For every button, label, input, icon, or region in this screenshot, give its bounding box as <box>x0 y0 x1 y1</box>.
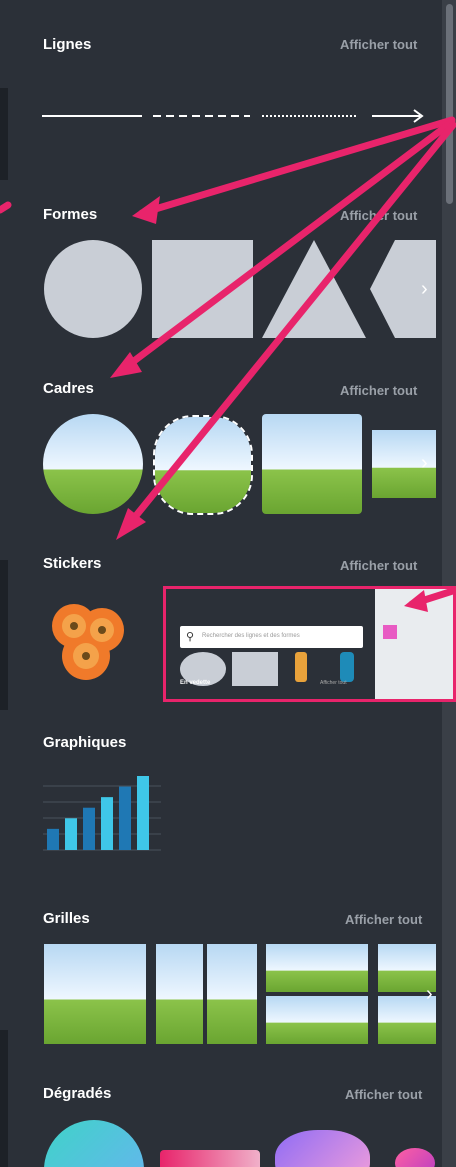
inset-featured-title: En vedette <box>180 680 211 686</box>
inset-featured-see-all: Afficher tout <box>320 680 347 686</box>
chart-thumbnail[interactable] <box>43 770 161 854</box>
gradient-blob[interactable] <box>275 1130 370 1167</box>
grid-split-left[interactable] <box>156 944 203 1044</box>
grid-stack-top[interactable] <box>266 944 368 992</box>
chart-bar <box>101 797 113 850</box>
arrow-edge <box>0 201 12 214</box>
frame-scalloped[interactable] <box>153 415 253 515</box>
grid-stack-bottom[interactable] <box>266 996 368 1044</box>
chevron-right-icon[interactable]: › <box>426 983 433 1006</box>
chevron-right-icon[interactable]: › <box>421 452 428 475</box>
inset-search-placeholder: Rechercher des lignes et des formes <box>202 633 300 639</box>
inset-shape-square <box>232 652 278 686</box>
sticker-flowers[interactable] <box>44 596 130 686</box>
shape-square[interactable] <box>152 240 253 338</box>
chart-bar <box>137 776 149 850</box>
see-all-grids[interactable]: Afficher tout <box>345 912 422 927</box>
arrow-head <box>110 352 142 378</box>
scrollbar-thumb[interactable] <box>446 4 453 204</box>
gradient-bar[interactable] <box>160 1150 260 1167</box>
gradient-circle[interactable] <box>44 1120 144 1167</box>
arrow-to-formes <box>138 116 456 217</box>
gradient-partial[interactable] <box>395 1148 435 1167</box>
chart-bar <box>83 807 95 850</box>
shape-circle[interactable] <box>44 240 142 338</box>
section-title-lines: Lignes <box>43 36 92 53</box>
chevron-right-icon[interactable]: › <box>421 278 428 301</box>
section-title-gradients: Dégradés <box>43 1085 112 1102</box>
see-all-stickers[interactable]: Afficher tout <box>340 558 417 573</box>
chart-bar <box>65 818 77 850</box>
inset-search-input: ⚲ Rechercher des lignes et des formes <box>180 626 363 648</box>
grid-split-right[interactable] <box>207 944 257 1044</box>
chart-bar <box>119 786 131 850</box>
inset-sticker-figure <box>295 652 307 682</box>
section-title-shapes: Formes <box>43 206 98 223</box>
grid-single[interactable] <box>44 944 146 1044</box>
section-title-grids: Grilles <box>43 910 90 927</box>
see-all-shapes[interactable]: Afficher tout <box>340 208 417 223</box>
section-title-charts: Graphiques <box>43 734 127 751</box>
section-title-stickers: Stickers <box>43 555 102 572</box>
frame-square[interactable] <box>262 414 362 514</box>
see-all-gradients[interactable]: Afficher tout <box>345 1087 422 1102</box>
section-title-frames: Cadres <box>43 380 94 397</box>
see-all-frames[interactable]: Afficher tout <box>340 383 417 398</box>
shape-triangle[interactable] <box>262 240 366 338</box>
inset-color-swatch <box>383 625 397 639</box>
frame-circle[interactable] <box>43 414 143 514</box>
lines-row <box>42 109 424 123</box>
search-icon: ⚲ <box>186 631 195 643</box>
left-border <box>0 88 8 180</box>
left-border <box>0 1030 8 1167</box>
inset-sticker-figure <box>340 652 354 682</box>
chart-bar <box>47 828 59 850</box>
left-border <box>0 560 8 710</box>
inset-canvas <box>375 589 453 699</box>
elements-panel: Lignes Afficher tout Formes Afficher tou… <box>0 0 456 1167</box>
see-all-lines[interactable]: Afficher tout <box>340 37 417 52</box>
arrow-head <box>132 196 160 224</box>
